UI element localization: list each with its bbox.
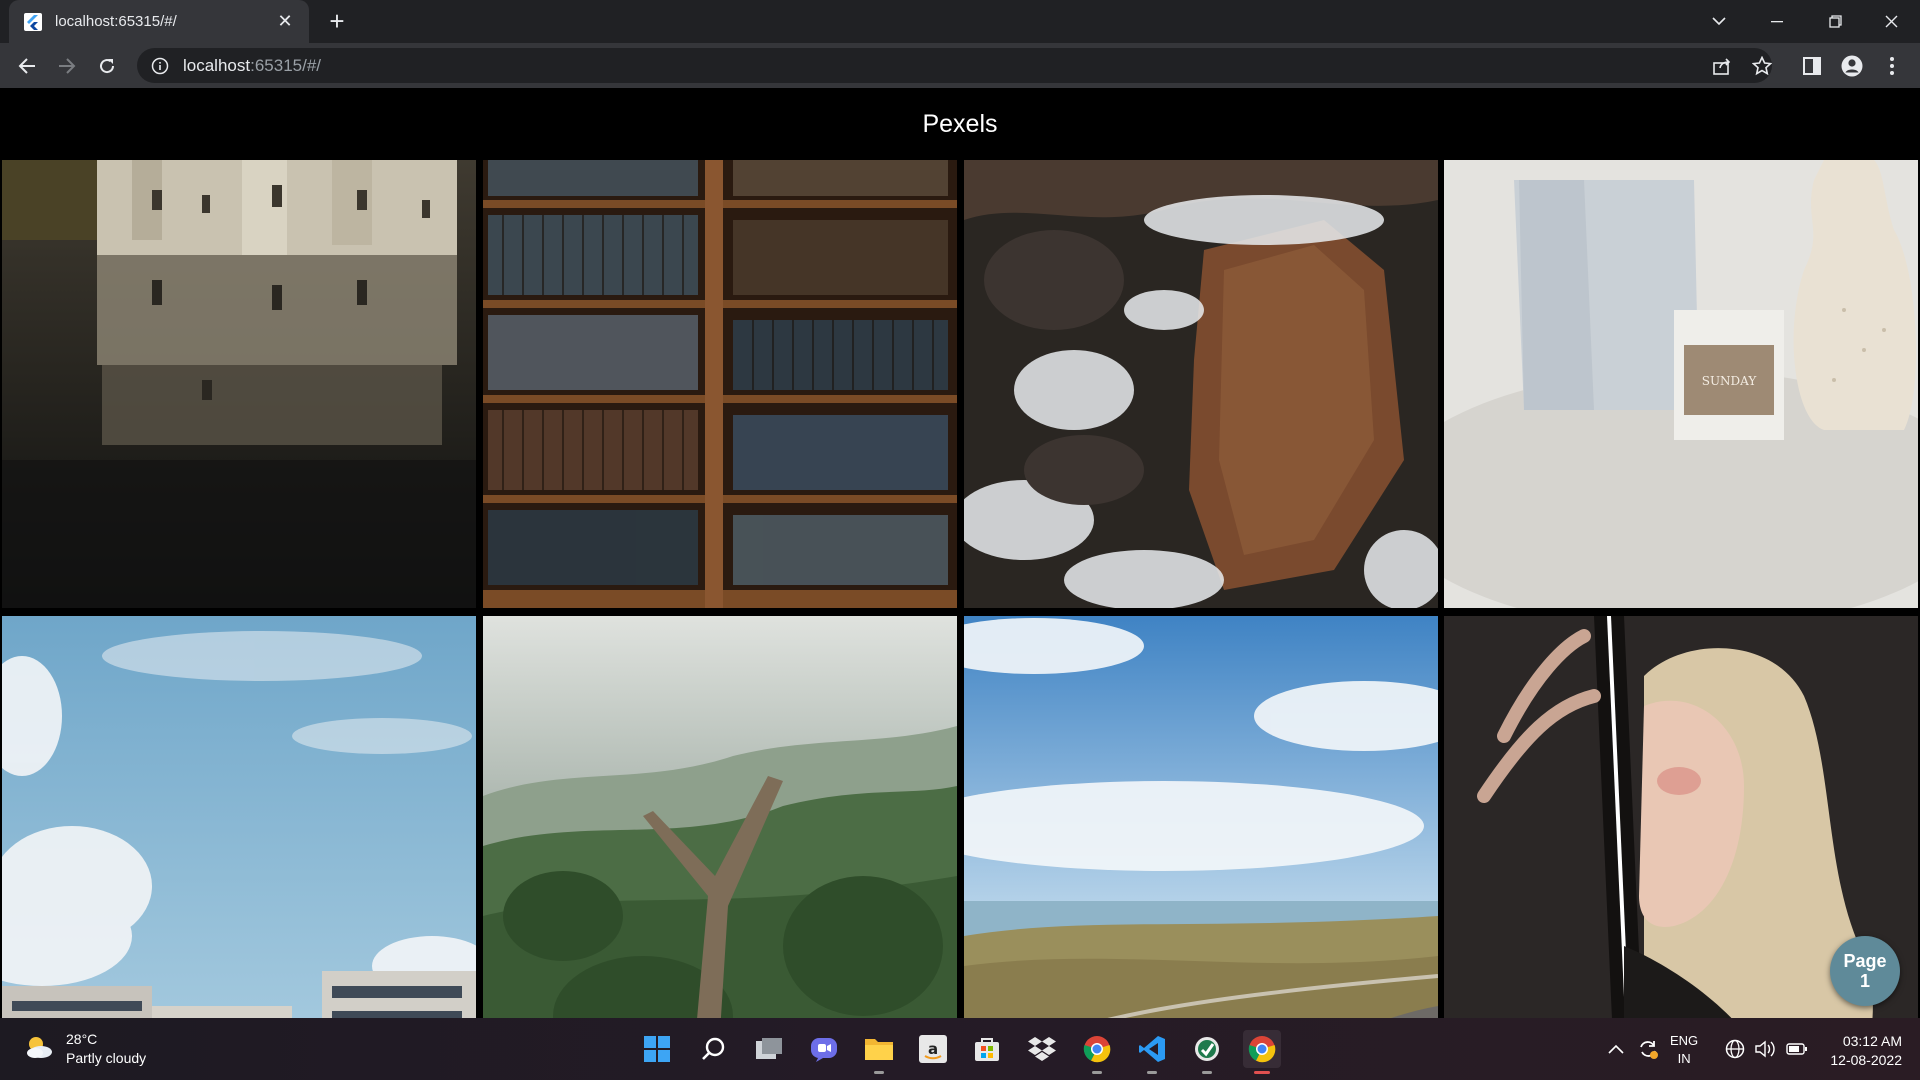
menu-kebab-icon[interactable] <box>1878 52 1906 80</box>
microsoft-store-icon[interactable] <box>968 1030 1006 1068</box>
app-title: Pexels <box>922 109 998 138</box>
pinned-app-icon[interactable] <box>1188 1030 1226 1074</box>
chat-icon[interactable] <box>805 1030 843 1068</box>
photo-sky-buildings <box>2 616 476 1018</box>
browser-tab-strip: localhost:65315/#/ ✕ + <box>0 0 1920 43</box>
partly-cloudy-icon <box>24 1034 54 1065</box>
svg-text:SUNDAY: SUNDAY <box>1702 374 1758 388</box>
back-icon[interactable] <box>11 50 43 82</box>
photo-tile[interactable] <box>964 616 1438 1018</box>
browser-tab[interactable]: localhost:65315/#/ ✕ <box>9 0 309 43</box>
amazon-icon[interactable]: a <box>914 1030 952 1068</box>
restore-icon[interactable] <box>1806 0 1864 43</box>
side-panel-icon[interactable] <box>1798 52 1826 80</box>
running-indicator <box>874 1071 884 1074</box>
bookmark-star-icon[interactable] <box>1748 52 1776 80</box>
photo-candle-still-life: SUNDAY <box>1444 160 1918 608</box>
app-bar: Pexels <box>0 88 1920 160</box>
weather-temperature: 28°C <box>66 1031 98 1047</box>
browser-toolbar: localhost:65315/#/ <box>0 43 1920 88</box>
language-indicator[interactable]: ENG IN <box>1670 1032 1698 1068</box>
chrome-active-icon[interactable] <box>1243 1030 1281 1074</box>
windows-start-icon[interactable] <box>638 1030 676 1068</box>
photo-tile[interactable] <box>2 616 476 1018</box>
flutter-icon <box>23 12 43 32</box>
system-clock[interactable]: 03:12 AM 12-08-2022 <box>1816 1032 1902 1070</box>
share-icon[interactable] <box>1708 52 1736 80</box>
photo-tile[interactable] <box>483 160 957 608</box>
file-explorer-icon[interactable] <box>860 1030 898 1074</box>
reload-icon[interactable] <box>91 50 123 82</box>
chrome-icon[interactable] <box>1078 1030 1116 1074</box>
clock-date: 12-08-2022 <box>1830 1052 1902 1068</box>
site-info-icon[interactable] <box>151 57 169 75</box>
page-indicator-button[interactable]: Page 1 <box>1830 936 1900 1006</box>
search-icon[interactable] <box>694 1030 732 1068</box>
network-globe-icon[interactable] <box>1722 1018 1748 1080</box>
page-label: Page <box>1843 951 1887 971</box>
photo-tile[interactable] <box>2 160 476 608</box>
running-indicator <box>1147 1071 1157 1074</box>
svg-text:a: a <box>928 1040 938 1058</box>
photo-castle-reflection <box>2 160 476 608</box>
profile-icon[interactable] <box>1838 52 1866 80</box>
dropbox-icon[interactable] <box>1023 1030 1061 1068</box>
app-viewport: Pexels SUNDAY Page 1 <box>0 88 1920 1018</box>
close-window-icon[interactable] <box>1862 0 1920 43</box>
volume-icon[interactable] <box>1752 1018 1778 1080</box>
battery-icon[interactable] <box>1784 1018 1810 1080</box>
tab-title: localhost:65315/#/ <box>55 13 177 30</box>
new-tab-button[interactable]: + <box>322 7 352 37</box>
chevron-up-icon[interactable] <box>1604 1018 1628 1080</box>
photo-grid: SUNDAY <box>0 160 1920 1018</box>
url-host: localhost <box>183 55 251 75</box>
address-bar[interactable]: localhost:65315/#/ <box>137 48 1772 83</box>
photo-coastline <box>964 616 1438 1018</box>
photo-tile[interactable]: SUNDAY <box>1444 160 1918 608</box>
weather-widget[interactable]: 28°C Partly cloudy <box>24 1030 146 1068</box>
forward-icon[interactable] <box>51 50 83 82</box>
photo-rock-waves <box>964 160 1438 608</box>
active-indicator <box>1254 1071 1270 1074</box>
sync-icon[interactable] <box>1634 1018 1662 1080</box>
tab-close-icon[interactable]: ✕ <box>275 11 295 32</box>
vscode-icon[interactable] <box>1133 1030 1171 1074</box>
photo-bookshelves <box>483 160 957 608</box>
weather-description: Partly cloudy <box>66 1050 147 1066</box>
photo-tile[interactable] <box>964 160 1438 608</box>
minimize-icon[interactable] <box>1748 0 1806 43</box>
tab-search-icon[interactable] <box>1690 0 1748 43</box>
task-view-icon[interactable] <box>750 1030 788 1068</box>
clock-time: 03:12 AM <box>1842 1033 1902 1049</box>
photo-forked-branch-forest <box>483 616 957 1018</box>
language-code: ENG <box>1670 1033 1699 1048</box>
page-number: 1 <box>1859 971 1870 991</box>
photo-tile[interactable] <box>483 616 957 1018</box>
running-indicator <box>1092 1071 1102 1074</box>
windows-taskbar: 28°C Partly cloudy a ENG IN 03:12 AM 12-… <box>0 1018 1920 1080</box>
running-indicator <box>1202 1071 1212 1074</box>
region-code: IN <box>1677 1051 1691 1066</box>
url-path: :65315/#/ <box>250 55 322 75</box>
